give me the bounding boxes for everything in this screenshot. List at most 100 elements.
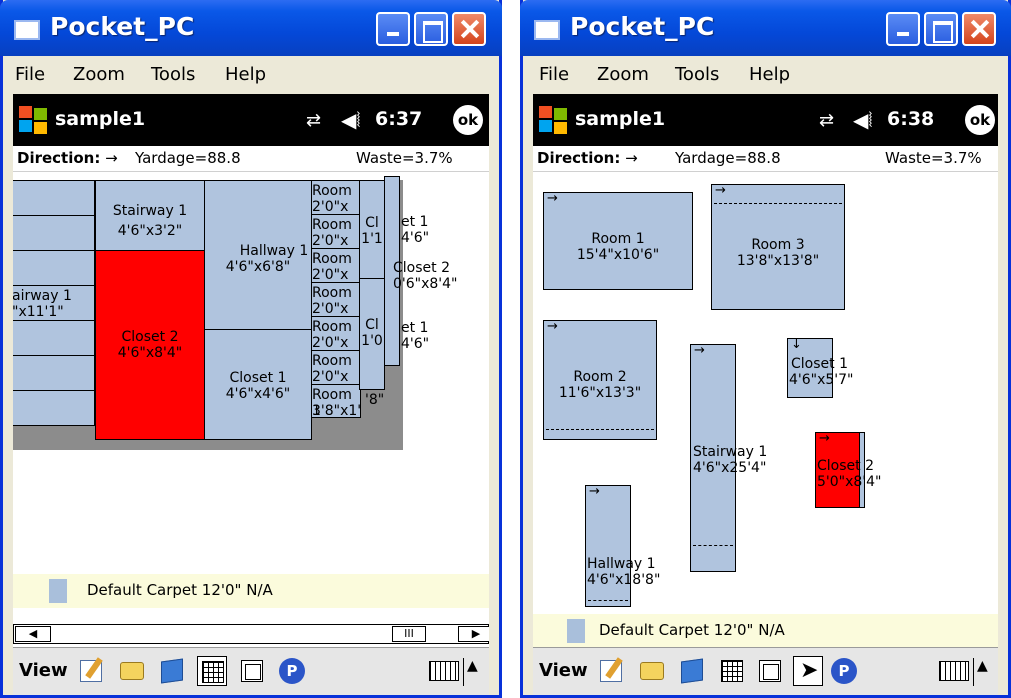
pointer-icon[interactable]: ➤ <box>793 656 823 686</box>
up-arrow-icon[interactable]: ▲ <box>977 658 988 674</box>
menu-zoom[interactable]: Zoom <box>73 64 125 85</box>
piece-closet-strip[interactable]: Cl 1'0 <box>359 278 385 390</box>
scroll-left-button[interactable]: ◀ <box>15 626 51 642</box>
piece-strip[interactable] <box>13 180 95 216</box>
printer-icon[interactable] <box>117 656 147 686</box>
piece-closet-strip[interactable]: Cl 1'1 <box>359 180 385 280</box>
piece-closet-2-selected[interactable]: Closet 2 4'6"x8'4" <box>95 250 205 440</box>
piece-name: Closet 1 <box>229 370 287 386</box>
minimize-button[interactable] <box>886 12 920 46</box>
sync-icon[interactable]: ⇄ <box>306 110 321 131</box>
window-view-icon[interactable] <box>755 656 785 686</box>
piece-name: Room 3 <box>751 237 805 253</box>
piece-name: Room <box>312 183 352 199</box>
menu-file[interactable]: File <box>15 64 45 85</box>
horizontal-scrollbar[interactable]: ◀ III ▶ <box>13 624 489 644</box>
pencil-icon[interactable] <box>77 656 107 686</box>
piece-size: 5'0"x8'4" <box>817 474 882 490</box>
toolbar-divider <box>973 658 974 686</box>
piece-stairway-1[interactable]: Stairway 1 4'6"x3'2" <box>95 180 205 252</box>
piece-room-strip[interactable]: Room 2'0"x <box>311 214 361 249</box>
piece-size: 1'0 <box>361 333 383 349</box>
book-icon[interactable] <box>677 656 707 686</box>
direction-label: Direction: <box>537 149 621 167</box>
layout-canvas[interactable]: airway 1 "x11'1" Stairway 1 4'6"x3'2" Cl… <box>13 172 489 572</box>
piece-name: Cl <box>365 317 379 333</box>
piece-room-strip[interactable]: Room 2'0"x <box>311 282 361 317</box>
piece-name: Room 2 <box>573 369 627 385</box>
legend-text: Default Carpet 12'0" N/A <box>599 621 785 639</box>
clock[interactable]: 6:38 <box>887 108 934 130</box>
piece-size: 4'6"x18'8" <box>587 572 661 588</box>
sync-icon[interactable]: ⇄ <box>819 110 834 131</box>
menu-help[interactable]: Help <box>225 64 266 85</box>
piece-strip[interactable] <box>13 390 95 426</box>
piece-strip[interactable] <box>13 355 95 391</box>
piece-room-3[interactable]: → Room 3 13'8"x13'8" <box>711 184 845 310</box>
piece-hallway-1[interactable]: Hallway 1 4'6"x6'8" <box>204 180 312 330</box>
close-button[interactable] <box>452 12 486 46</box>
view-menu[interactable]: View <box>19 660 68 681</box>
piece-name: Room <box>312 285 352 301</box>
piece-room-3[interactable]: Room 31'8"x1'8" <box>311 384 361 418</box>
clock[interactable]: 6:37 <box>375 108 422 130</box>
app-name: sample1 <box>55 108 146 130</box>
maximize-button[interactable] <box>414 12 448 46</box>
piece-room-1[interactable]: → Room 1 15'4"x10'6" <box>543 192 693 290</box>
title-bar[interactable]: Pocket_PC <box>0 0 502 56</box>
volume-icon[interactable]: ◀⦚ <box>853 108 873 132</box>
windows-start-icon[interactable] <box>539 106 569 134</box>
piece-stairway-partial[interactable]: airway 1 "x11'1" <box>13 285 95 321</box>
menu-tools[interactable]: Tools <box>675 64 719 85</box>
piece-name: airway 1 <box>13 288 72 304</box>
ok-button[interactable]: ok <box>965 105 995 135</box>
piece-name: Closet 2 <box>121 329 179 345</box>
pencil-icon[interactable] <box>597 656 627 686</box>
piece-size: 2'0"x <box>312 335 349 351</box>
piece-room-strip[interactable]: Room 2'0"x <box>311 248 361 283</box>
layout-canvas[interactable]: → Room 1 15'4"x10'6" → Room 3 13'8"x13'8… <box>533 172 998 612</box>
scroll-thumb[interactable]: III <box>392 626 426 642</box>
window-view-icon[interactable] <box>237 656 267 686</box>
windows-start-icon[interactable] <box>19 106 49 134</box>
view-menu[interactable]: View <box>539 660 588 681</box>
book-icon[interactable] <box>157 656 187 686</box>
piece-size: 15'4"x10'6" <box>576 247 660 263</box>
printer-icon[interactable] <box>637 656 667 686</box>
bottom-toolbar: View P ▲ <box>13 647 489 695</box>
piece-size: 4'6"x4'6" <box>225 386 291 402</box>
scroll-right-button[interactable]: ▶ <box>458 626 489 642</box>
piece-closet-1[interactable]: Closet 1 4'6"x4'6" <box>204 329 312 440</box>
piece-size: 2'0"x <box>312 267 349 283</box>
up-arrow-icon[interactable]: ▲ <box>467 658 478 674</box>
piece-room-strip[interactable]: Room 2'0"x <box>311 350 361 385</box>
keyboard-icon[interactable] <box>429 661 459 681</box>
minimize-button[interactable] <box>376 12 410 46</box>
info-bar: Direction: → Yardage=88.8 Waste=3.7% <box>13 146 489 172</box>
menu-help[interactable]: Help <box>749 64 790 85</box>
title-bar[interactable]: Pocket_PC <box>520 0 1011 56</box>
menu-tools[interactable]: Tools <box>151 64 195 85</box>
waste-text: Waste=3.7% <box>885 149 982 167</box>
grid-view-icon[interactable] <box>197 656 227 686</box>
menu-file[interactable]: File <box>539 64 569 85</box>
maximize-button[interactable] <box>924 12 958 46</box>
p-icon[interactable]: P <box>277 656 307 686</box>
piece-size: 1'1 <box>361 231 383 247</box>
piece-hallway-1[interactable]: → <box>585 485 631 607</box>
piece-strip[interactable] <box>13 250 95 286</box>
piece-strip[interactable] <box>13 320 95 356</box>
volume-icon[interactable]: ◀⦚ <box>341 108 361 132</box>
ok-button[interactable]: ok <box>453 105 483 135</box>
piece-room-strip[interactable]: Room 2'0"x <box>311 316 361 351</box>
piece-strip[interactable] <box>13 215 95 251</box>
keyboard-icon[interactable] <box>939 661 969 681</box>
close-button[interactable] <box>962 12 996 46</box>
p-icon[interactable]: P <box>829 656 859 686</box>
menu-zoom[interactable]: Zoom <box>597 64 649 85</box>
grid-view-icon[interactable] <box>717 656 747 686</box>
window-title: Pocket_PC <box>570 12 715 41</box>
piece-size: 0'6"x8'4" <box>393 276 458 292</box>
piece-room-2[interactable]: → Room 2 11'6"x13'3" <box>543 320 657 440</box>
piece-room-strip[interactable]: Room 2'0"x <box>311 180 361 215</box>
